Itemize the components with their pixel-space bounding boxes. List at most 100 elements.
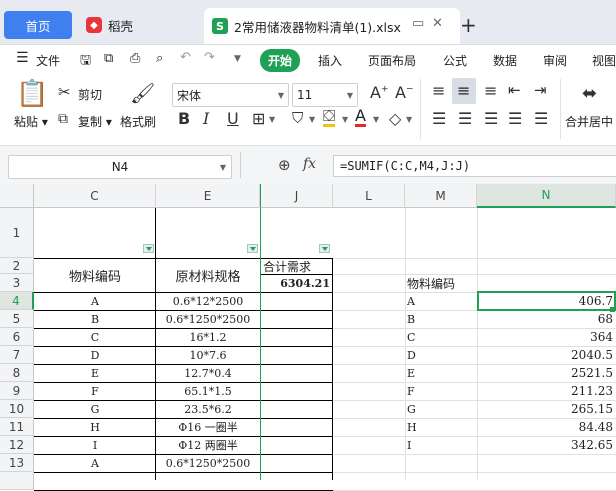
monitor-icon[interactable]: ▭ [412,16,424,31]
header-total-demand[interactable]: 合计需求 [261,258,333,274]
align-left-icon[interactable]: ☰ [432,109,446,128]
align-center-icon[interactable]: ☰ [458,109,472,128]
new-tab-button[interactable]: + [460,10,477,40]
material-code-cell[interactable]: F [34,382,156,400]
row-header[interactable]: 7 [0,346,34,364]
merge-icon[interactable]: ⬌ [582,83,597,104]
copy-button[interactable]: 复制 ▾ [78,113,112,130]
summary-code-cell[interactable]: G [405,400,477,418]
material-spec-cell[interactable]: Φ16 一圈半 [156,418,260,436]
header-material-spec[interactable]: 原材料规格 [156,258,260,292]
summary-header-code[interactable]: 物料编码 [405,274,477,292]
zoom-search-icon[interactable]: ⊕ [278,156,291,174]
justify-icon[interactable]: ☰ [508,109,522,128]
highlight-icon[interactable]: ⛋ [323,108,336,127]
column-header-j[interactable]: J [260,184,333,208]
chevron-down-icon[interactable]: ▼ [309,115,315,124]
scissors-icon[interactable]: ✂ [58,83,71,101]
format-painter-icon[interactable]: 🖌 [130,81,155,105]
chevron-down-icon[interactable]: ▼ [406,115,412,124]
summary-value-cell[interactable]: 68 [477,310,616,328]
spreadsheet-grid[interactable]: C E J L M N 1 2 3 4 5 6 7 8 9 10 11 12 1… [0,184,616,491]
summary-code-cell[interactable]: A [405,292,477,310]
chevron-down-icon[interactable]: ▼ [373,115,379,124]
border-icon[interactable]: ⊞ [252,109,265,128]
material-code-cell[interactable]: A [34,454,156,472]
print-icon[interactable]: ⎙ [130,51,140,66]
name-box[interactable]: N4 ▼ [8,155,232,179]
row-header[interactable]: 10 [0,400,34,418]
filter-dropdown-icon[interactable] [247,244,258,253]
column-header-n[interactable]: N [477,184,616,208]
material-spec-cell[interactable]: 65.1*1.5 [156,382,260,400]
format-painter-button[interactable]: 格式刷 [120,113,156,130]
menu-page-layout[interactable]: 页面布局 [368,52,416,69]
paste-button[interactable]: 粘贴 ▾ [14,113,48,130]
column-header-e[interactable]: E [156,184,260,208]
close-icon[interactable]: ✕ [432,16,443,31]
material-spec-cell[interactable]: 23.5*6.2 [156,400,260,418]
material-code-cell[interactable]: D [34,346,156,364]
summary-code-cell[interactable]: C [405,328,477,346]
print-preview-icon[interactable]: ⌕ [156,51,163,66]
bold-icon[interactable]: B [178,109,190,128]
row-header[interactable]: 2 [0,258,34,274]
header-material-code[interactable]: 物料编码 [34,258,156,292]
tab-home[interactable]: 首页 [4,11,72,39]
row-header[interactable]: 5 [0,310,34,328]
row-header[interactable]: 13 [0,454,34,472]
material-spec-cell[interactable]: 0.6*1250*2500 [156,310,260,328]
row-header[interactable]: 4 [0,292,34,310]
material-spec-cell[interactable]: 12.7*0.4 [156,364,260,382]
menu-data[interactable]: 数据 [493,52,517,69]
row-header[interactable]: 9 [0,382,34,400]
align-bottom-icon[interactable]: ≡ [484,81,497,100]
cut-button[interactable]: 剪切 [78,86,102,103]
summary-code-cell[interactable]: D [405,346,477,364]
column-header-l[interactable]: L [333,184,405,208]
filter-dropdown-icon[interactable] [319,244,330,253]
font-size-select[interactable]: 11 ▼ [292,83,358,107]
menu-review[interactable]: 审阅 [543,52,567,69]
row-header[interactable]: 1 [0,208,34,258]
chevron-down-icon[interactable]: ▼ [342,115,348,124]
column-header-m[interactable]: M [405,184,477,208]
row-header[interactable]: 11 [0,418,34,436]
indent-decrease-icon[interactable]: ⇤ [508,81,521,99]
material-spec-cell[interactable]: 0.6*1250*2500 [156,454,260,472]
row-header[interactable]: 6 [0,328,34,346]
material-code-cell[interactable]: H [34,418,156,436]
summary-value-cell[interactable]: 84.48 [477,418,616,436]
underline-icon[interactable]: U [227,109,239,128]
indent-increase-icon[interactable]: ⇥ [534,81,547,99]
menu-view[interactable]: 视图 [592,52,616,69]
copy-icon[interactable]: ⧉ [58,111,68,127]
save-icon[interactable]: 🖫 [80,51,91,73]
export-icon[interactable]: ⧉ [104,51,113,66]
summary-code-cell[interactable]: E [405,364,477,382]
italic-icon[interactable]: I [203,109,209,128]
align-top-icon[interactable]: ≡ [432,81,445,100]
redo-icon[interactable]: ↷ [204,50,215,65]
font-grow-icon[interactable]: A+ [370,83,389,102]
summary-code-cell[interactable]: B [405,310,477,328]
material-code-cell[interactable]: G [34,400,156,418]
summary-value-cell[interactable]: 2521.5 [477,364,616,382]
undo-icon[interactable]: ↶ [180,50,191,65]
font-name-select[interactable]: 宋体 ▼ [172,83,289,107]
merge-center-button[interactable]: 合并居中 [565,113,613,130]
menu-insert[interactable]: 插入 [318,52,342,69]
tab-daoke[interactable]: ◆ 稻壳 [80,10,196,40]
filter-dropdown-icon[interactable] [143,244,154,253]
material-code-cell[interactable]: E [34,364,156,382]
menu-formula[interactable]: 公式 [443,52,467,69]
fill-handle[interactable] [610,307,615,312]
fx-icon[interactable]: fx [303,156,316,172]
material-spec-cell[interactable]: 0.6*12*2500 [156,292,260,310]
material-code-cell[interactable]: B [34,310,156,328]
summary-value-cell[interactable]: 364 [477,328,616,346]
row-header[interactable]: 8 [0,364,34,382]
material-code-cell[interactable]: C [34,328,156,346]
material-spec-cell[interactable]: 10*7.6 [156,346,260,364]
material-spec-cell[interactable]: Φ12 两圈半 [156,436,260,454]
